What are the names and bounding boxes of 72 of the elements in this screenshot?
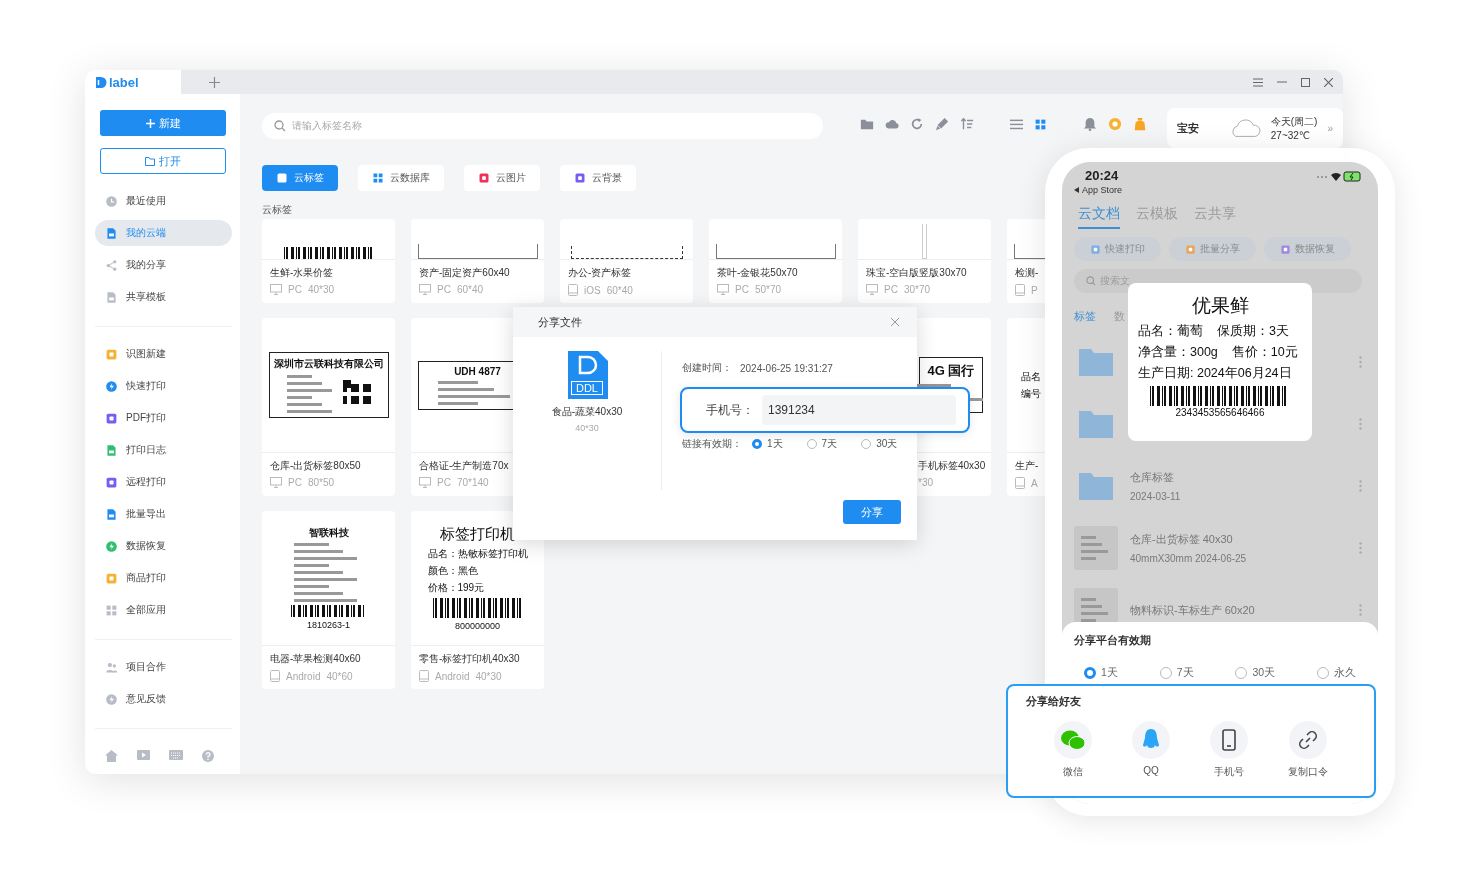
platform-label: PC (884, 284, 898, 295)
card-title: 电器-苹果检测40x60 (270, 652, 362, 666)
size-label: 80*50 (307, 477, 335, 488)
file-name: 物料标识-车标生产 60x20 (1130, 602, 1256, 618)
platform-label: PC (735, 284, 749, 295)
label-text: 编号 (1021, 386, 1041, 401)
barcode-number: 2343453565646466 (1175, 407, 1265, 418)
file-size: 40*30 (575, 423, 599, 433)
file-meta: 40mmX30mm 2024-06-25 (1130, 553, 1248, 564)
section-title: 云标签 (262, 203, 292, 217)
file-meta: 2024-03-11 (1130, 491, 1182, 502)
label-text: 品名：葡萄 (1138, 323, 1203, 340)
label-text: 生产日期: 2024年06月24日 (1138, 365, 1292, 382)
size-label: 40*30 (307, 284, 335, 295)
sheet-title: 分享平台有效期 (1074, 634, 1152, 648)
card-title: 仓库-出货标签80x50 (270, 459, 362, 473)
label-title: 智联科技 (308, 526, 349, 540)
card-title: 生鲜-水果价签 (270, 266, 335, 280)
app-name: label (109, 74, 139, 90)
platform-label: iOS (584, 284, 601, 296)
field-label: 创建时间： (682, 361, 732, 375)
card-title: 茶叶-金银花50x70 (717, 266, 799, 280)
platform-label: Android (286, 670, 321, 682)
label-text: 售价：10元 (1231, 344, 1298, 361)
file-name: 食品-蔬菜40x30 (551, 405, 623, 419)
platform-label: PC (437, 477, 451, 488)
file-badge: DDL (571, 381, 603, 395)
label-text: 颜色：黑色 (427, 564, 478, 578)
platform-label: PC (288, 284, 302, 295)
size-label: 40*30 (475, 670, 502, 682)
barcode-number: 800000000 (454, 621, 501, 631)
size-label: 60*40 (606, 284, 633, 296)
label-text: 价格：199元 (427, 581, 485, 595)
label-title: 标签打印机 (440, 525, 515, 544)
label-text: 保质期：3天 (1217, 323, 1289, 340)
label-title: UDH 4877 (454, 365, 501, 377)
card-title: 零售-标签打印机40x30 (419, 652, 521, 666)
card-title: 资产-固定资产60x40 (419, 266, 511, 280)
temperature: 27~32℃ (1270, 130, 1312, 141)
platform-label: PC (437, 284, 451, 295)
field-label: 链接有效期： (682, 437, 742, 451)
size-label: 50*70 (754, 284, 782, 295)
label-text: 净含量：300g (1138, 344, 1218, 361)
barcode-number: 1810263-1 (306, 620, 350, 630)
file-name: 仓库-出货标签 40x30 (1130, 532, 1234, 547)
status-time: 20:24 (1085, 168, 1119, 183)
size-label: 60*40 (456, 284, 484, 295)
card-title: 合格证-生产制造70x (419, 459, 510, 473)
created-time: 2024-06-25 19:31:27 (740, 362, 833, 374)
card-title: 生产- (1015, 459, 1040, 473)
city-label: 宝安 (1177, 120, 1199, 136)
card-title: 检测- (1015, 266, 1040, 280)
label-text: 品名：热敏标签打印机 (427, 547, 528, 561)
size-label: *30 (918, 477, 933, 488)
card-title: 办公-资产标签 (568, 266, 633, 280)
platform-label: Android (435, 670, 470, 682)
card-title: 珠宝-空白版竖版30x70 (866, 266, 968, 280)
field-label: 手机号： (706, 401, 754, 419)
label-title: 4G 国行 (927, 362, 975, 380)
card-title: 手机标签40x30 (918, 459, 987, 473)
platform-label: P (1031, 284, 1038, 296)
label-title: 优果鲜 (1191, 294, 1249, 318)
label-title: 深圳市云联科技有限公司 (273, 357, 384, 371)
size-label: 40*60 (326, 670, 353, 682)
platform-label: A (1031, 477, 1038, 489)
panel-title: 分享给好友 (1026, 694, 1082, 709)
file-name: 仓库标签 (1130, 470, 1175, 485)
platform-label: PC (288, 477, 302, 488)
size-label: 30*70 (903, 284, 931, 295)
weather-day: 今天(周二) (1270, 115, 1318, 129)
label-text: 品名 (1021, 369, 1041, 384)
size-label: 70*140 (456, 477, 489, 488)
